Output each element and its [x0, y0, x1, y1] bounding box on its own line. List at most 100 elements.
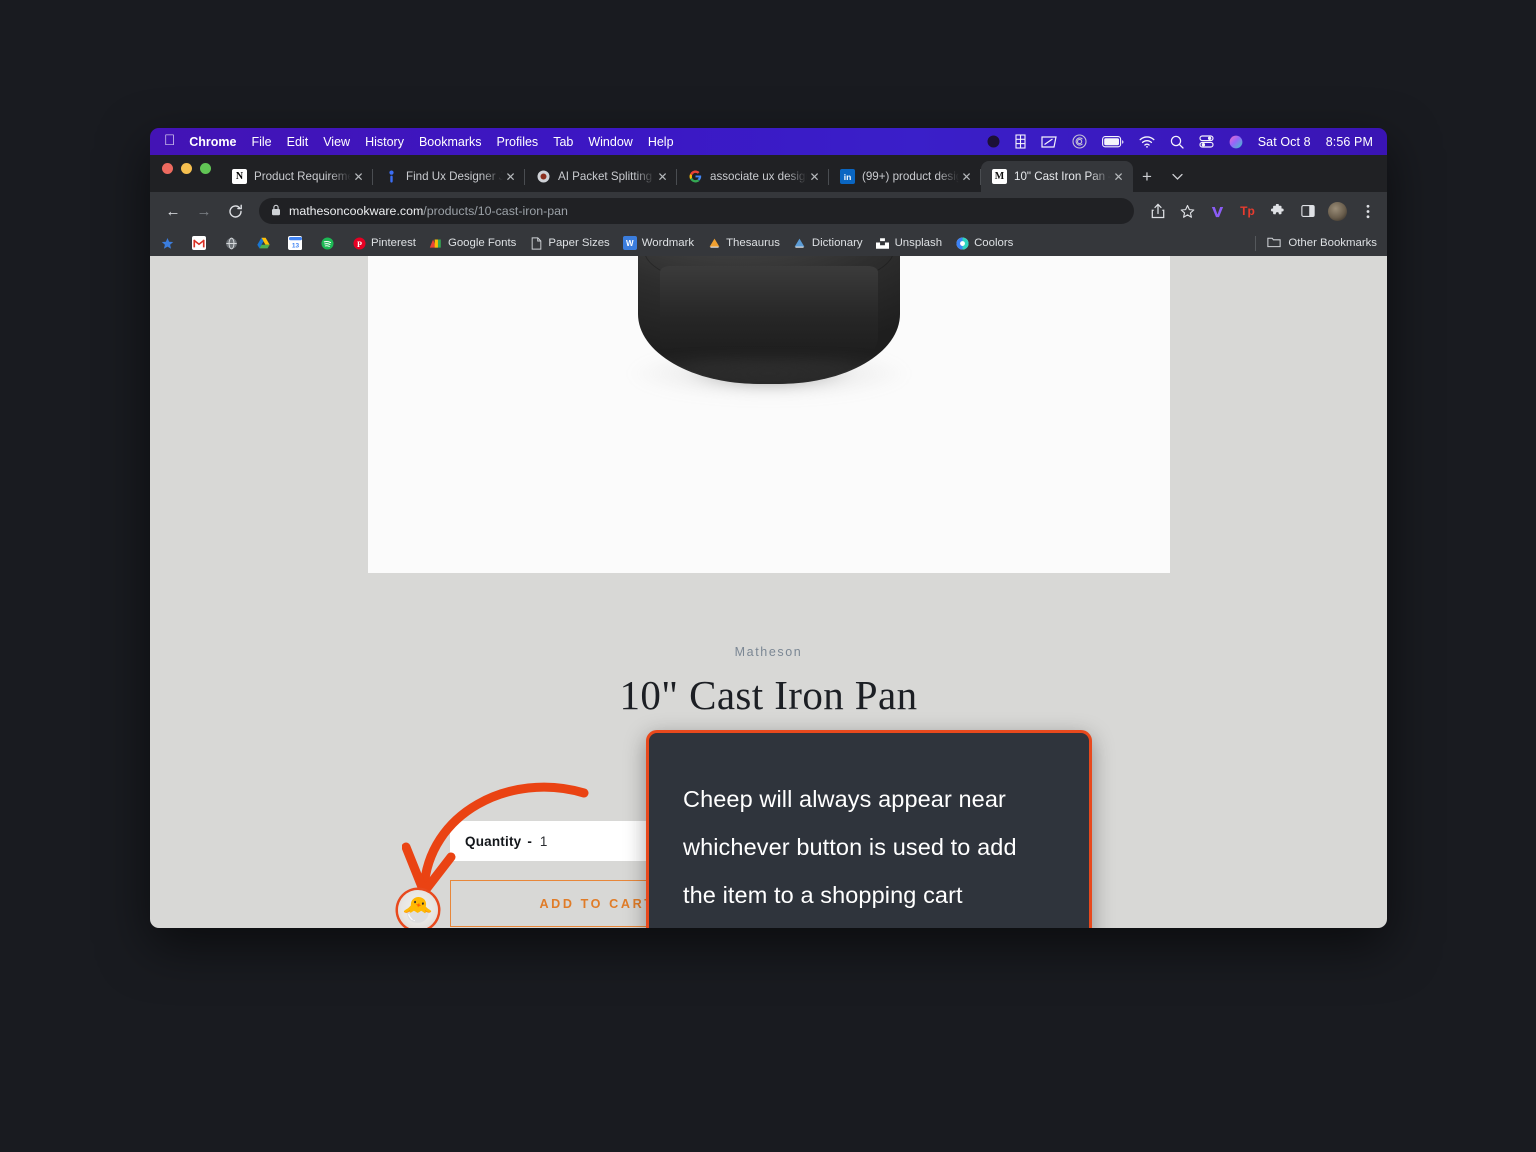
bookmark-gmail[interactable] — [192, 236, 211, 250]
tab-close-icon[interactable]: ✕ — [655, 170, 670, 184]
page-title: 10" Cast Iron Pan — [619, 672, 918, 718]
menu-item-window[interactable]: Window — [588, 135, 632, 149]
product-vendor: Matheson — [734, 645, 803, 659]
reload-button[interactable] — [222, 198, 248, 224]
vimcal-extension-icon[interactable] — [1208, 202, 1227, 221]
new-tab-button[interactable]: + — [1133, 161, 1161, 192]
menu-item-edit[interactable]: Edit — [287, 135, 309, 149]
bookmark-dictionary[interactable]: Dictionary — [793, 236, 863, 250]
menubar-date[interactable]: Sat Oct 8 — [1258, 135, 1311, 149]
tab-search-chevron-down-icon[interactable] — [1163, 161, 1191, 192]
apple-icon[interactable]:  — [164, 133, 175, 148]
tab-label: Product Requirements: Ch — [254, 170, 351, 183]
tab-cast-iron-pan[interactable]: M 10" Cast Iron Pan – MATHE ✕ — [981, 161, 1133, 192]
bookmark-star-icon[interactable] — [1178, 202, 1197, 221]
other-bookmarks-label[interactable]: Other Bookmarks — [1288, 237, 1377, 249]
menubar-time[interactable]: 8:56 PM — [1326, 135, 1373, 149]
tab-label: AI Packet Splitting — NK Po — [558, 170, 655, 183]
menubar-status-area: Sat Oct 8 8:56 PM — [987, 134, 1387, 149]
generic-page-icon — [536, 169, 551, 184]
bookmark-label: Wordmark — [641, 237, 695, 249]
minimize-window-button[interactable] — [181, 163, 192, 174]
tab-close-icon[interactable]: ✕ — [807, 170, 822, 184]
tab-close-icon[interactable]: ✕ — [959, 170, 974, 184]
bookmarks-bar: 13 P Pinterest Google Fonts Paper Sizes … — [150, 230, 1387, 256]
chrome-browser-window:  Chrome File Edit View History Bookmark… — [150, 128, 1387, 928]
bookmark-wordmark[interactable]: W Wordmark — [622, 236, 695, 250]
tab-label: 10" Cast Iron Pan – MATHE — [1014, 170, 1111, 183]
bookmark-pinterest[interactable]: P Pinterest — [352, 236, 416, 250]
bookmark-google-fonts[interactable]: Google Fonts — [429, 236, 516, 250]
macos-menu-bar:  Chrome File Edit View History Bookmark… — [150, 128, 1387, 155]
bookmark-star[interactable] — [160, 236, 179, 250]
battery-icon[interactable] — [1101, 135, 1124, 148]
maximize-window-button[interactable] — [200, 163, 211, 174]
tab-close-icon[interactable]: ✕ — [503, 170, 518, 184]
tab-find-ux-designer-jobs[interactable]: Find Ux Designer Jobs with ✕ — [373, 161, 525, 192]
google-fonts-icon — [429, 236, 443, 250]
bookmark-coolors[interactable]: Coolors — [955, 236, 1013, 250]
adobe-creative-cloud-icon[interactable] — [1072, 134, 1087, 149]
bookmark-unsplash[interactable]: Unsplash — [876, 236, 942, 250]
wordmark-icon: W — [622, 236, 637, 250]
chrome-menu-icon[interactable] — [1358, 202, 1377, 221]
bookmark-spotify[interactable] — [320, 236, 339, 250]
bookmark-globe[interactable] — [224, 236, 243, 250]
record-dot-icon[interactable] — [987, 135, 1000, 148]
address-bar[interactable]: mathesoncookware.com/products/10-cast-ir… — [259, 198, 1134, 224]
share-icon[interactable] — [1148, 202, 1167, 221]
menu-item-bookmarks[interactable]: Bookmarks — [419, 135, 482, 149]
control-center-icon[interactable] — [1199, 135, 1214, 148]
google-calendar-icon: 13 — [288, 236, 302, 250]
forward-button[interactable]: → — [191, 198, 217, 224]
menu-item-help[interactable]: Help — [648, 135, 674, 149]
folder-icon — [1267, 236, 1282, 251]
google-icon — [688, 169, 703, 184]
tab-ai-packet-splitting[interactable]: AI Packet Splitting — NK Po ✕ — [525, 161, 677, 192]
menu-item-file[interactable]: File — [251, 135, 271, 149]
bookmark-google-drive[interactable] — [256, 236, 275, 250]
tab-product-requirements[interactable]: N Product Requirements: Ch ✕ — [221, 161, 373, 192]
back-button[interactable]: ← — [160, 198, 186, 224]
close-window-button[interactable] — [162, 163, 173, 174]
otta-icon — [384, 169, 399, 184]
tab-close-icon[interactable]: ✕ — [1111, 170, 1126, 184]
tab-list: N Product Requirements: Ch ✕ Find Ux Des… — [221, 155, 1191, 192]
profile-avatar[interactable] — [1328, 201, 1347, 221]
browser-toolbar: ← → mathesoncookware.com/products/10-cas… — [150, 192, 1387, 230]
cast-iron-pan-photo — [628, 256, 910, 414]
toolpage-extension-icon[interactable]: Tp — [1238, 202, 1257, 221]
pinterest-icon: P — [352, 236, 366, 250]
figma-icon[interactable] — [1015, 134, 1026, 149]
menu-item-profiles[interactable]: Profiles — [497, 135, 539, 149]
cheep-assistant-badge[interactable]: 🐣 — [398, 890, 438, 928]
extensions-puzzle-icon[interactable] — [1268, 202, 1287, 221]
page-viewport: Matheson 10" Cast Iron Pan Quantity - 1 … — [150, 256, 1387, 928]
siri-icon[interactable] — [1229, 135, 1243, 149]
globe-icon — [224, 236, 238, 250]
gmail-icon — [192, 236, 206, 250]
bookmark-paper-sizes[interactable]: Paper Sizes — [529, 236, 610, 250]
notion-calendar-icon[interactable] — [1041, 135, 1057, 149]
tab-close-icon[interactable]: ✕ — [351, 170, 366, 184]
svg-text:13: 13 — [291, 242, 299, 249]
window-traffic-lights — [162, 155, 211, 192]
wifi-icon[interactable] — [1139, 135, 1155, 148]
bookmark-thesaurus[interactable]: Thesaurus — [707, 236, 780, 250]
menu-item-tab[interactable]: Tab — [553, 135, 573, 149]
tab-product-designer-jobs[interactable]: in (99+) product designer Jo ✕ — [829, 161, 981, 192]
google-drive-icon — [256, 236, 270, 250]
pan-shadow — [628, 358, 910, 410]
cheep-callout-tooltip: Cheep will always appear near whichever … — [646, 730, 1092, 928]
search-icon[interactable] — [1170, 135, 1184, 149]
menu-item-view[interactable]: View — [323, 135, 350, 149]
bookmark-google-calendar[interactable]: 13 — [288, 236, 307, 250]
side-panel-icon[interactable] — [1298, 202, 1317, 221]
lock-icon — [271, 204, 281, 219]
tab-associate-ux-designer[interactable]: associate ux designer ✕ — [677, 161, 829, 192]
menu-item-history[interactable]: History — [365, 135, 404, 149]
menu-item-chrome[interactable]: Chrome — [189, 135, 236, 149]
bookmarks-bar-right: Other Bookmarks — [1255, 235, 1377, 251]
curved-arrow-icon — [402, 782, 589, 897]
linkedin-icon: in — [840, 169, 855, 184]
